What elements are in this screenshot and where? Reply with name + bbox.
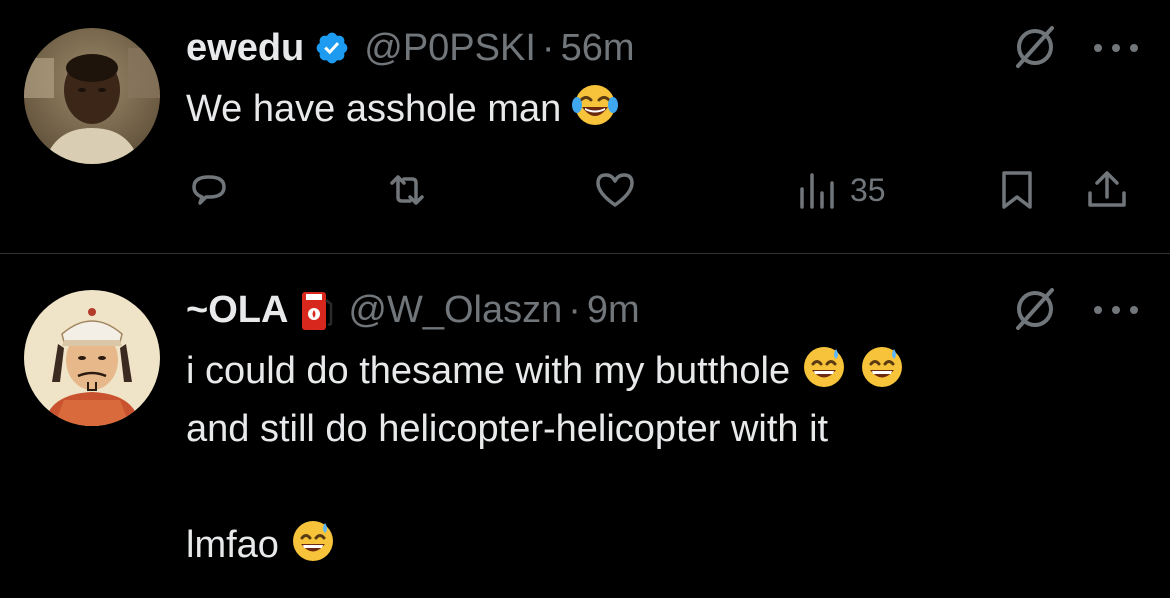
- bookmark-icon: [1002, 171, 1032, 209]
- more-options-icon[interactable]: [1094, 300, 1138, 320]
- tweet-text-line: lmfao: [186, 524, 279, 566]
- handle[interactable]: @W_Olaszn: [348, 289, 562, 332]
- tweet-text-line: i could do thesame with my butthole: [186, 350, 791, 392]
- handle[interactable]: @P0PSKI: [364, 27, 536, 70]
- display-name[interactable]: ~OLA: [186, 289, 288, 332]
- grok-icon[interactable]: [1010, 284, 1060, 334]
- tweet-header: ewedu @P0PSKI · 56m: [186, 22, 634, 74]
- action-bar: 35: [186, 165, 1146, 215]
- grinning-face-with-sweat-icon: [292, 521, 333, 561]
- grinning-face-with-sweat-icon: [862, 347, 903, 387]
- share-icon: [1088, 171, 1126, 207]
- fuel-pump-icon: [302, 292, 333, 330]
- tweet-text-content: We have asshole man: [186, 88, 562, 130]
- heart-icon: [596, 173, 634, 207]
- views-count: 35: [850, 171, 886, 208]
- separator: ·: [568, 288, 581, 331]
- like-button[interactable]: [592, 165, 638, 215]
- timestamp[interactable]: 56m: [561, 27, 635, 70]
- retweet-icon: [390, 175, 424, 205]
- avatar[interactable]: [24, 290, 160, 426]
- tweet-text-line: and still do helicopter-helicopter with …: [186, 408, 829, 450]
- tweet-text: We have asshole man: [186, 80, 619, 138]
- retweet-button[interactable]: [384, 165, 430, 215]
- grinning-face-with-sweat-icon: [804, 347, 845, 387]
- reply-button[interactable]: [186, 165, 232, 215]
- views-bar-chart-icon: [800, 173, 834, 209]
- face-with-tears-of-joy-icon: [572, 85, 619, 125]
- verified-badge-icon: [316, 32, 348, 64]
- tweet[interactable]: ~OLA @W_Olaszn · 9m i could do thesame w…: [0, 254, 1170, 598]
- tweet-text: i could do thesame with my butthole and …: [186, 342, 906, 574]
- views-button[interactable]: 35: [794, 165, 886, 215]
- share-button[interactable]: [1084, 165, 1130, 215]
- reply-icon: [192, 175, 226, 205]
- avatar[interactable]: [24, 28, 160, 164]
- grok-icon[interactable]: [1010, 22, 1060, 72]
- bookmark-button[interactable]: [994, 165, 1040, 215]
- more-options-icon[interactable]: [1094, 38, 1138, 58]
- timestamp[interactable]: 9m: [587, 289, 640, 332]
- tweet[interactable]: ewedu @P0PSKI · 56m We have asshole man: [0, 0, 1170, 253]
- separator: ·: [541, 26, 555, 69]
- tweet-header: ~OLA @W_Olaszn · 9m: [186, 284, 640, 336]
- display-name[interactable]: ewedu: [186, 27, 304, 70]
